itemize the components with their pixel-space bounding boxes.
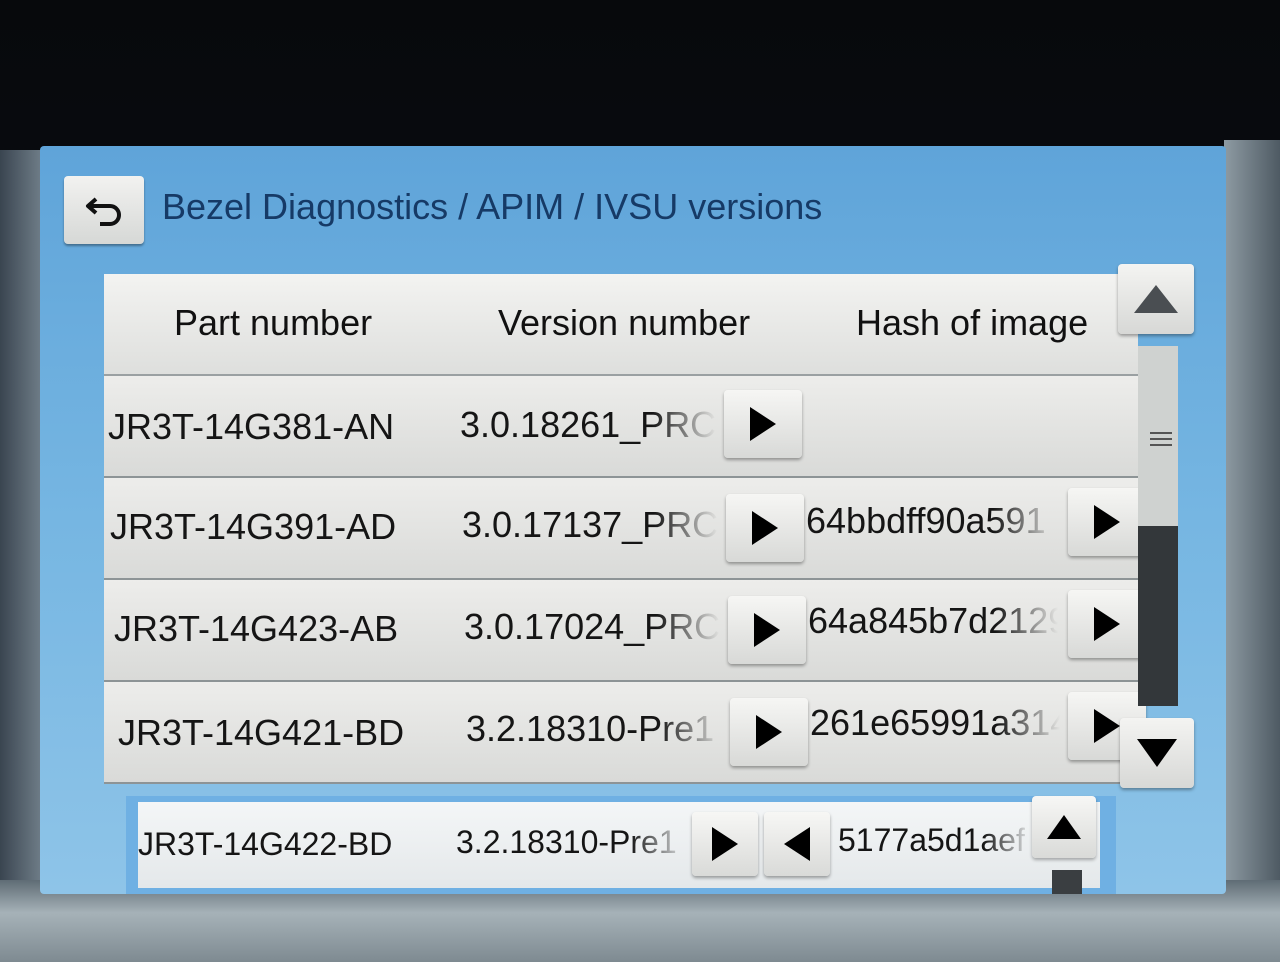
- play-right-icon: [712, 827, 738, 861]
- table-header: Part number Version number Hash of image: [104, 274, 1138, 376]
- expand-version-button[interactable]: [728, 596, 806, 664]
- collapse-version-button[interactable]: [764, 812, 830, 876]
- expand-version-button[interactable]: [692, 812, 758, 876]
- bezel-left: [0, 150, 40, 962]
- part-number-cell: JR3T-14G421-BD: [118, 712, 405, 753]
- hash-cell: 64a845b7d2129: [808, 600, 1058, 641]
- display-screen: Bezel Diagnostics / APIM / IVSU versions…: [40, 146, 1226, 894]
- column-header-part-number: Part number: [174, 302, 373, 343]
- expand-hash-button[interactable]: [1068, 488, 1146, 556]
- expand-version-button[interactable]: [726, 494, 804, 562]
- hash-cell: 64bbdff90a591: [806, 500, 1046, 541]
- bezel-right: [1224, 140, 1280, 962]
- play-right-icon: [1094, 709, 1120, 743]
- overlay-row-panel: JR3T-14G422-BD 3.2.18310-Pre1 5177a5d1ae…: [126, 796, 1116, 894]
- play-right-icon: [1094, 607, 1120, 641]
- expand-hash-button[interactable]: [1068, 590, 1146, 658]
- overlay-scroll-up-button[interactable]: [1032, 796, 1096, 858]
- play-left-icon: [784, 827, 810, 861]
- version-cell: 3.2.18310-Pre1: [466, 708, 715, 749]
- column-header-hash: Hash of image: [856, 302, 1089, 343]
- part-number-cell: JR3T-14G381-AN: [108, 406, 395, 447]
- triangle-up-icon: [1134, 285, 1178, 313]
- page-title: Bezel Diagnostics / APIM / IVSU versions: [162, 186, 823, 227]
- version-cell: 3.0.17137_PRC: [462, 504, 718, 545]
- version-cell: 3.0.18261_PRC: [460, 404, 716, 445]
- play-right-icon: [752, 511, 778, 545]
- hash-cell: 5177a5d1aef: [838, 822, 1025, 858]
- play-right-icon: [754, 613, 780, 647]
- part-number-cell: JR3T-14G422-BD: [138, 826, 393, 862]
- hash-cell: 261e65991a314: [810, 702, 1060, 743]
- column-header-version-number: Version number: [498, 302, 751, 343]
- table-row: JR3T-14G391-AD 3.0.17137_PRC 64bbdff90a5…: [104, 478, 1146, 580]
- expand-version-button[interactable]: [730, 698, 808, 766]
- scrollbar-grip-icon: [1150, 428, 1172, 452]
- play-right-icon: [750, 407, 776, 441]
- back-arrow-icon: [86, 197, 121, 226]
- overlay-scrollbar-thumb[interactable]: [1052, 870, 1082, 894]
- version-cell: 3.0.17024_PRC: [464, 606, 720, 647]
- back-button[interactable]: [64, 176, 144, 244]
- triangle-up-icon: [1047, 815, 1081, 839]
- version-cell: 3.2.18310-Pre1: [456, 824, 677, 860]
- table-row: JR3T-14G421-BD 3.2.18310-Pre1 261e65991a…: [104, 682, 1146, 784]
- part-number-cell: JR3T-14G423-AB: [114, 608, 399, 649]
- scrollbar-thumb[interactable]: [1138, 526, 1178, 706]
- play-right-icon: [756, 715, 782, 749]
- table-row: JR3T-14G381-AN 3.0.18261_PRC: [104, 376, 1138, 478]
- scroll-up-button[interactable]: [1118, 264, 1194, 334]
- scroll-down-button[interactable]: [1120, 718, 1194, 788]
- expand-version-button[interactable]: [724, 390, 802, 458]
- table-row: JR3T-14G423-AB 3.0.17024_PRC 64a845b7d21…: [104, 580, 1146, 682]
- triangle-down-icon: [1137, 739, 1177, 767]
- part-number-cell: JR3T-14G391-AD: [110, 506, 397, 547]
- table-row: JR3T-14G422-BD 3.2.18310-Pre1 5177a5d1ae…: [138, 802, 1100, 888]
- play-right-icon: [1094, 505, 1120, 539]
